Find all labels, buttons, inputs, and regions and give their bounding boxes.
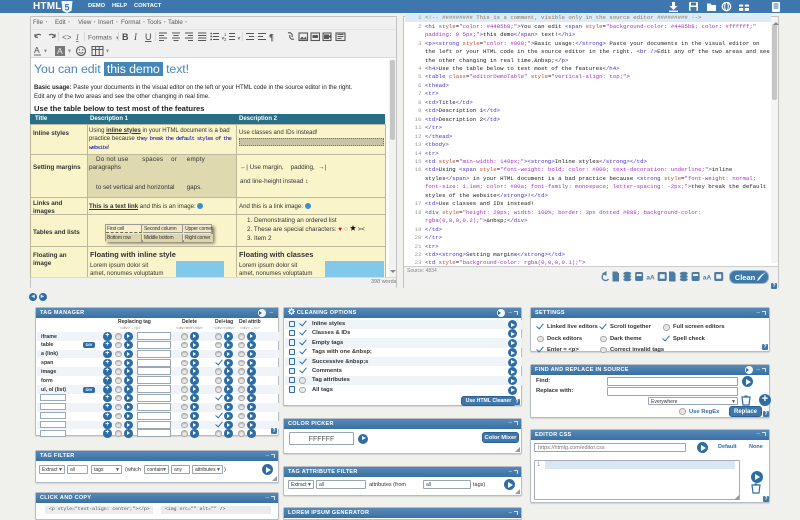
svg-text:A: A — [34, 45, 40, 55]
svg-text:I: I — [75, 33, 79, 42]
svg-text:A: A — [57, 46, 63, 56]
svg-text:▼: ▼ — [105, 49, 110, 55]
svg-text:Formats: Formats — [88, 35, 113, 42]
svg-text:▼: ▼ — [43, 49, 48, 55]
svg-text:aA: aA — [703, 274, 712, 281]
svg-text:¶: ¶ — [269, 33, 274, 43]
svg-text:B: B — [122, 32, 129, 42]
svg-text:I: I — [133, 32, 138, 42]
svg-text:aA: aA — [646, 274, 655, 281]
svg-text:▼: ▼ — [237, 36, 242, 42]
svg-text:▼: ▼ — [67, 49, 72, 55]
svg-text:▼: ▼ — [221, 36, 226, 42]
svg-text:U: U — [145, 32, 152, 42]
svg-text:5: 5 — [64, 2, 69, 12]
svg-text:<>: <> — [62, 34, 72, 42]
